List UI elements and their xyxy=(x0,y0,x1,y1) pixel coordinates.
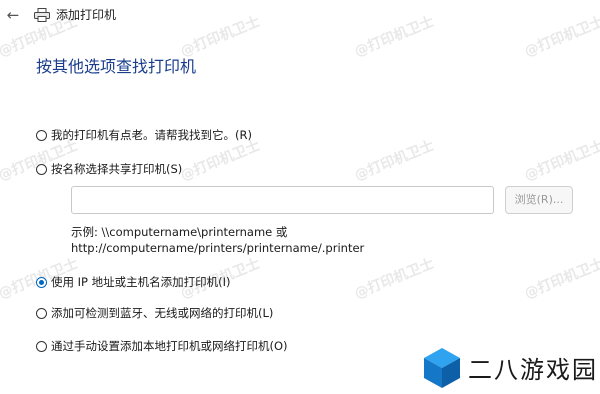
watermark: @打印机卫士 xyxy=(352,13,437,61)
logo-text: 二八游戏园 xyxy=(468,356,598,384)
watermark: @打印机卫士 xyxy=(522,13,600,61)
option-label: 添加可检测到蓝牙、无线或网络的打印机(L) xyxy=(51,306,274,320)
shared-printer-name-input[interactable] xyxy=(71,186,494,214)
radio-button[interactable] xyxy=(36,340,47,352)
browse-button[interactable]: 浏览(R)... xyxy=(505,186,573,214)
radio-button[interactable] xyxy=(36,307,47,319)
radio-button[interactable] xyxy=(36,129,47,141)
option-bluetooth-wireless[interactable]: 添加可检测到蓝牙、无线或网络的打印机(L) xyxy=(36,305,273,321)
cube-logo-icon xyxy=(424,348,460,388)
page-heading: 按其他选项查找打印机 xyxy=(36,57,197,76)
option-manual-setup[interactable]: 通过手动设置添加本地打印机或网络打印机(O) xyxy=(36,338,288,354)
radio-button-selected[interactable] xyxy=(36,276,47,288)
option-label: 使用 IP 地址或主机名添加打印机(I) xyxy=(51,275,231,289)
window-title: 添加打印机 xyxy=(56,8,117,22)
option-label: 我的打印机有点老。请帮我找到它。(R) xyxy=(51,128,252,142)
watermark: @打印机卫士 xyxy=(352,137,437,185)
example-text: http://computername/printers/printername… xyxy=(71,241,365,255)
back-arrow-icon[interactable]: ← xyxy=(4,6,22,24)
radio-button[interactable] xyxy=(36,163,47,175)
option-old-printer[interactable]: 我的打印机有点老。请帮我找到它。(R) xyxy=(36,127,252,143)
printer-icon xyxy=(34,8,50,22)
option-label: 通过手动设置添加本地打印机或网络打印机(O) xyxy=(51,339,288,353)
watermark: @打印机卫士 xyxy=(178,13,263,61)
option-ip-address[interactable]: 使用 IP 地址或主机名添加打印机(I) xyxy=(36,274,231,290)
example-text: 示例: \\computername\printername 或 xyxy=(71,225,288,239)
watermark: @打印机卫士 xyxy=(522,255,600,303)
option-label: 按名称选择共享打印机(S) xyxy=(51,162,183,176)
option-shared-printer[interactable]: 按名称选择共享打印机(S) xyxy=(36,161,182,177)
watermark: @打印机卫士 xyxy=(522,137,600,185)
watermark: @打印机卫士 xyxy=(352,255,437,303)
